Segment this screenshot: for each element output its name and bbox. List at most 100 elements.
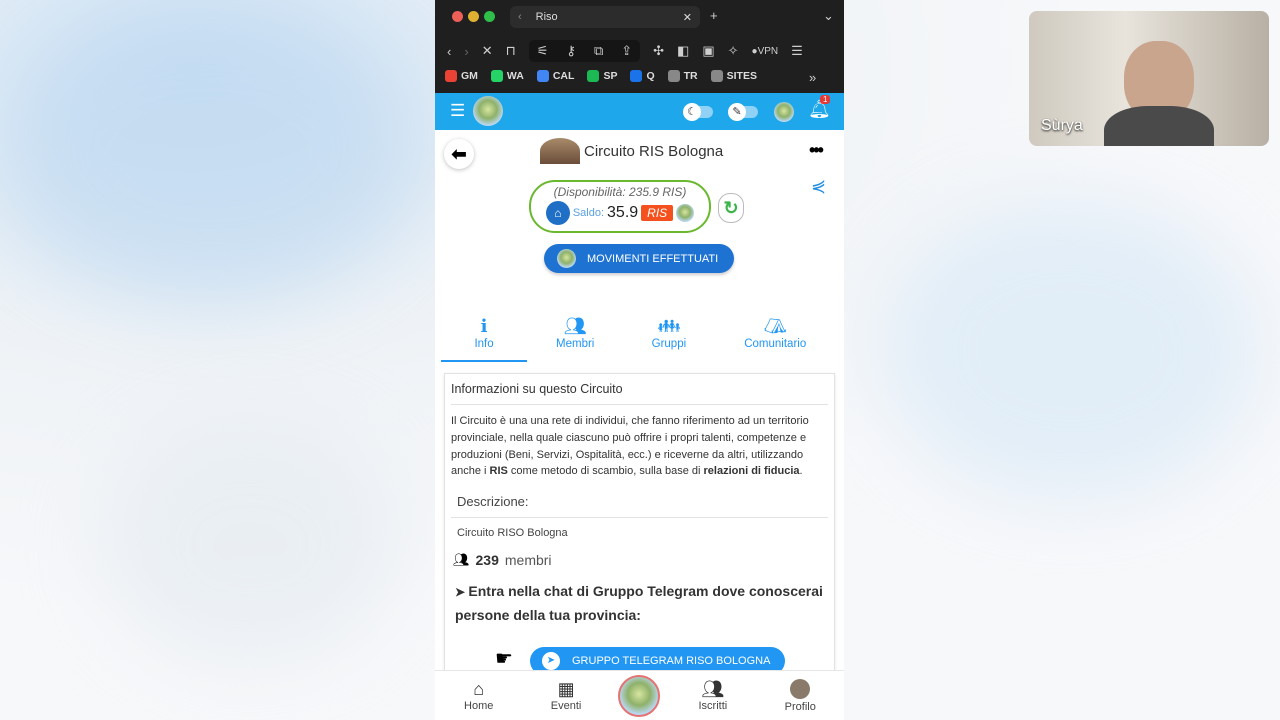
info-heading: Informazioni su questo Circuito bbox=[451, 374, 828, 405]
edit-mode-toggle[interactable]: ✎ bbox=[728, 103, 758, 121]
saldo-label: Saldo: bbox=[572, 207, 605, 219]
tab-membri[interactable]: 👥︎ Membri bbox=[527, 316, 623, 362]
browser-chrome: ‹ Riso ✕ + ⌄ ‹ › ✕ ⊓ ⚟ ⚷ ⧉ ⇪ ✣ ◧ ▣ ✧ ● V… bbox=[435, 0, 844, 93]
pencil-icon: ✎ bbox=[728, 103, 746, 121]
nav-eventi[interactable]: ▦ Eventi bbox=[531, 679, 601, 712]
bookmark-sp[interactable]: SP bbox=[587, 70, 617, 82]
description-label: Descrizione: bbox=[451, 480, 828, 519]
telegram-button-label: GRUPPO TELEGRAM RISO BOLOGNA bbox=[572, 655, 771, 667]
para-text: . bbox=[799, 465, 803, 478]
para-bold: RIS bbox=[489, 465, 508, 478]
bookmark-tr[interactable]: TR bbox=[667, 70, 698, 82]
tab-info[interactable]: i Info bbox=[441, 316, 528, 362]
bookmark-sites[interactable]: SITES bbox=[710, 70, 757, 82]
para-bold: relazioni di fiducia bbox=[703, 465, 800, 478]
open-external-icon[interactable]: ⧉ bbox=[594, 43, 603, 59]
vpn-button[interactable]: ● VPN bbox=[752, 46, 779, 57]
description-value: Circuito RISO Bologna bbox=[457, 527, 568, 540]
tab-list-chevron-icon[interactable]: ⌄ bbox=[823, 8, 834, 24]
nav-riso-center-button[interactable] bbox=[618, 674, 661, 717]
share-icon[interactable]: ⋞ bbox=[811, 176, 826, 197]
bookmark-gm[interactable]: GM bbox=[445, 70, 478, 82]
nav-label: Eventi bbox=[550, 700, 582, 712]
close-window-button[interactable] bbox=[452, 11, 463, 22]
tab-label: Gruppi bbox=[651, 338, 687, 350]
telegram-text-content: Entra nella chat di Gruppo Telegram dove… bbox=[455, 583, 823, 624]
home-icon: ⌂ bbox=[473, 679, 485, 699]
info-icon: i bbox=[480, 316, 488, 337]
new-tab-icon[interactable]: + bbox=[710, 8, 718, 23]
riso-logo[interactable] bbox=[473, 96, 503, 126]
nav-iscritti[interactable]: 👥︎ Iscritti bbox=[678, 679, 748, 712]
address-bar[interactable]: ⚟ ⚷ ⧉ ⇪ bbox=[528, 40, 641, 62]
menu-icon[interactable]: ☰ bbox=[791, 43, 803, 59]
bookmark-icon bbox=[667, 70, 680, 82]
bookmark-icon[interactable]: ⊓ bbox=[506, 43, 516, 59]
availability-text: (Disponibilità: 235.9 RIS) bbox=[553, 185, 687, 199]
tab-comunitario[interactable]: ⛺︎ Comunitario bbox=[714, 316, 836, 362]
bookmark-wa[interactable]: WA bbox=[490, 70, 524, 82]
groups-icon: 👪︎ bbox=[657, 316, 681, 336]
share-icon[interactable]: ⇪ bbox=[621, 43, 632, 59]
users-icon: 👥︎ bbox=[563, 316, 587, 336]
bookmarks-bar: GM WA CAL SP Q TR SITES bbox=[445, 70, 770, 82]
bookmark-cal[interactable]: CAL bbox=[536, 70, 574, 82]
bookmark-label: GM bbox=[461, 70, 478, 82]
window-controls[interactable] bbox=[452, 11, 500, 22]
members-count-row[interactable]: 👥︎ 239 membri bbox=[451, 548, 828, 572]
more-options-icon[interactable]: ••• bbox=[809, 140, 824, 161]
webcam-tile: Sùrya bbox=[1029, 11, 1269, 146]
info-paragraph: Il Circuito è una una rete di individui,… bbox=[451, 405, 828, 480]
movements-button[interactable]: MOVIMENTI EFFETTUATI bbox=[544, 244, 734, 273]
ai-sparkle-icon[interactable]: ✧ bbox=[728, 43, 739, 59]
users-icon: 👥︎ bbox=[701, 679, 725, 699]
pointing-hand-icon: ☛ bbox=[495, 648, 513, 670]
nav-label: Iscritti bbox=[698, 700, 728, 712]
movements-label: MOVIMENTI EFFETTUATI bbox=[587, 252, 719, 265]
sidebar-icon[interactable]: ◧ bbox=[677, 43, 689, 59]
stop-loading-icon[interactable]: ✕ bbox=[482, 43, 493, 59]
back-button[interactable]: ⬅ bbox=[444, 139, 474, 169]
back-icon[interactable]: ‹ bbox=[447, 44, 451, 59]
forward-icon[interactable]: › bbox=[464, 44, 468, 59]
tab-title: Riso bbox=[535, 11, 558, 23]
dark-mode-toggle[interactable]: ☾ bbox=[683, 103, 713, 121]
members-count: 239 bbox=[475, 552, 499, 569]
browser-tab[interactable]: ‹ Riso ✕ bbox=[510, 6, 700, 28]
user-avatar[interactable] bbox=[774, 102, 794, 122]
vpn-label: VPN bbox=[757, 45, 779, 57]
members-label: membri bbox=[504, 552, 552, 569]
more-bookmarks-icon[interactable]: » bbox=[809, 70, 816, 85]
bookmark-label: WA bbox=[506, 70, 524, 82]
hamburger-menu-icon[interactable]: ☰ bbox=[450, 101, 465, 121]
bookmark-icon bbox=[490, 70, 503, 82]
maximize-window-button[interactable] bbox=[484, 11, 495, 22]
refresh-icon[interactable]: ↻ bbox=[718, 193, 744, 223]
tent-icon: ⛺︎ bbox=[763, 316, 787, 336]
app-header: ☰ ☾ ✎ 🔔︎ 1 bbox=[435, 93, 844, 130]
site-settings-icon[interactable]: ⚟ bbox=[537, 43, 549, 59]
circuit-header: Circuito RIS Bologna bbox=[540, 138, 723, 164]
telegram-icon: ➤ bbox=[455, 585, 469, 600]
riso-icon bbox=[557, 249, 576, 268]
tab-label: Membri bbox=[556, 338, 595, 350]
minimize-window-button[interactable] bbox=[468, 11, 479, 22]
tab-close-icon[interactable]: ✕ bbox=[683, 11, 692, 24]
tab-gruppi[interactable]: 👪︎ Gruppi bbox=[623, 316, 714, 362]
para-text: come metodo di scambio, sulla base di bbox=[507, 465, 704, 478]
tab-loading-icon: ‹ bbox=[518, 11, 522, 23]
extensions-icon[interactable]: ✣ bbox=[653, 43, 664, 59]
tab-label: Comunitario bbox=[744, 338, 807, 350]
participant-name: Sùrya bbox=[1041, 117, 1083, 134]
tab-label: Info bbox=[474, 338, 494, 350]
moon-icon: ☾ bbox=[683, 103, 701, 121]
bookmark-q[interactable]: Q bbox=[630, 70, 655, 82]
bookmark-icon bbox=[536, 70, 549, 82]
key-icon[interactable]: ⚷ bbox=[566, 43, 576, 59]
nav-profilo[interactable]: Profilo bbox=[765, 678, 835, 713]
wallet-icon[interactable]: ▣ bbox=[702, 43, 714, 59]
balance-box: (Disponibilità: 235.9 RIS) ⌂ Saldo: 35.9… bbox=[529, 180, 711, 233]
nav-home[interactable]: ⌂ Home bbox=[444, 679, 514, 712]
telegram-icon: ➤ bbox=[542, 652, 560, 670]
info-card: Informazioni su questo Circuito Il Circu… bbox=[444, 373, 835, 683]
